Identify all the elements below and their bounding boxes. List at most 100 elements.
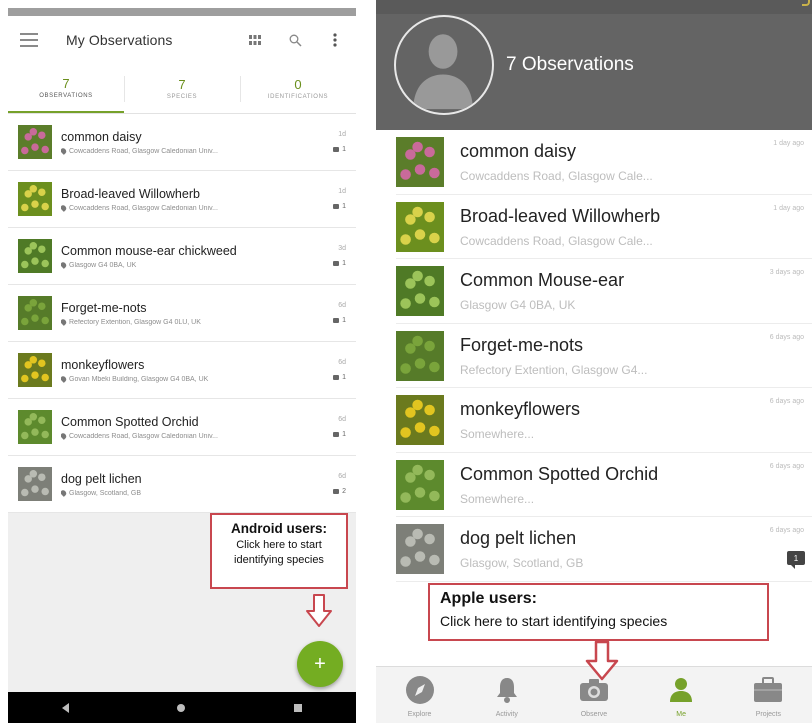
- observation-body: monkeyflowers Govan Mbeki Building, Glas…: [61, 358, 320, 383]
- observation-body: common daisy Cowcaddens Road, Glasgow Ca…: [61, 130, 320, 155]
- list-item[interactable]: monkeyflowers Somewhere... 6 days ago: [376, 388, 812, 453]
- observation-time: 1d: [338, 131, 346, 138]
- observation-name: Common mouse-ear chickweed: [61, 243, 237, 258]
- comment-count-text: 1: [342, 203, 346, 210]
- comment-count: 1: [320, 317, 346, 324]
- observation-name: monkeyflowers: [61, 357, 145, 372]
- observation-name: common daisy: [460, 141, 577, 162]
- list-item[interactable]: Common mouse-ear chickweed Glasgow G4 0B…: [8, 228, 356, 285]
- observation-body: Forget-me-nots Refectory Extention, Glas…: [61, 301, 320, 326]
- back-icon[interactable]: [62, 702, 70, 713]
- location-text: Glasgow, Scotland, GB: [69, 489, 141, 497]
- observation-time: 1d: [338, 188, 346, 195]
- android-status-bar: [8, 8, 356, 16]
- comment-icon: [333, 489, 340, 494]
- list-item[interactable]: Broad-leaved Willowherb Cowcaddens Road,…: [376, 195, 812, 260]
- list-item[interactable]: Forget-me-nots Refectory Extention, Glas…: [376, 324, 812, 389]
- callout-text: Click here to start identifying species: [234, 539, 324, 566]
- comment-icon: [333, 147, 340, 152]
- observation-photo: [396, 459, 444, 510]
- observation-time: 6 days ago: [769, 333, 804, 341]
- grid-view-icon[interactable]: [242, 27, 268, 53]
- list-item[interactable]: Forget-me-nots Refectory Extention, Glas…: [8, 285, 356, 342]
- location-pin-icon: [61, 489, 68, 497]
- observation-name: common daisy: [61, 129, 142, 144]
- observation-photo: [18, 296, 52, 330]
- observation-meta: 6d 2: [320, 473, 346, 495]
- observation-photo: [396, 201, 444, 252]
- observation-body: monkeyflowers Somewhere...: [460, 399, 812, 441]
- location-pin-icon: [61, 147, 68, 155]
- observation-name: Forget-me-nots: [460, 334, 584, 355]
- list-item[interactable]: monkeyflowers Govan Mbeki Building, Glas…: [8, 342, 356, 399]
- profile-header: 7 Observations: [376, 0, 812, 130]
- tab-species[interactable]: 7 SPECIES: [124, 64, 240, 113]
- observation-photo: [396, 266, 444, 317]
- menu-icon[interactable]: [20, 33, 38, 47]
- observation-meta: 1d 1: [320, 131, 346, 153]
- location-pin-icon: [61, 318, 68, 326]
- location-text: Glasgow G4 0BA, UK: [69, 261, 137, 269]
- list-item[interactable]: common daisy Cowcaddens Road, Glasgow Ca…: [376, 130, 812, 195]
- list-item[interactable]: Common Spotted Orchid Cowcaddens Road, G…: [8, 399, 356, 456]
- recent-apps-icon[interactable]: [293, 703, 302, 712]
- observation-body: dog pelt lichen Glasgow, Scotland, GB: [61, 472, 320, 497]
- location-text: Cowcaddens Road, Glasgow Caledonian Univ…: [69, 432, 218, 440]
- observation-list: common daisy Cowcaddens Road, Glasgow Ca…: [8, 114, 356, 513]
- list-item[interactable]: dog pelt lichen Glasgow, Scotland, GB 6d…: [8, 456, 356, 513]
- observation-location: Refectory Extention, Glasgow G4 0LU, UK: [61, 318, 320, 326]
- tab-count: 0: [294, 77, 302, 92]
- observation-name: dog pelt lichen: [460, 528, 577, 549]
- observation-body: common daisy Cowcaddens Road, Glasgow Ca…: [460, 141, 812, 183]
- location-pin-icon: [61, 261, 68, 269]
- observation-name: Common Spotted Orchid: [460, 463, 659, 484]
- tab-observe[interactable]: Observe: [559, 675, 629, 718]
- android-screen: My Observations 7 OBSERVATIONS 7 SPECIES…: [8, 8, 356, 723]
- location-text: Refectory Extention, Glasgow G4 0LU, UK: [69, 318, 201, 326]
- tab-identifications[interactable]: 0 IDENTIFICATIONS: [240, 64, 356, 113]
- comment-count-text: 1: [342, 431, 346, 438]
- observation-meta: 6d 1: [320, 359, 346, 381]
- tab-observations[interactable]: 7 OBSERVATIONS: [8, 64, 124, 113]
- tab-projects[interactable]: Projects: [733, 675, 803, 718]
- tab-activity[interactable]: Activity: [472, 675, 542, 718]
- observation-meta: 6d 1: [320, 302, 346, 324]
- observation-body: Common Spotted Orchid Cowcaddens Road, G…: [61, 415, 320, 440]
- comment-count-text: 1: [342, 260, 346, 267]
- tab-me[interactable]: Me: [646, 675, 716, 718]
- search-icon[interactable]: [282, 27, 308, 53]
- list-item[interactable]: Broad-leaved Willowherb Cowcaddens Road,…: [8, 171, 356, 228]
- observation-location: Govan Mbeki Building, Glasgow G4 0BA, UK: [61, 375, 320, 383]
- observation-time: 6d: [338, 416, 346, 423]
- observation-photo: [18, 125, 52, 159]
- list-item[interactable]: Common Mouse-ear Glasgow G4 0BA, UK 3 da…: [376, 259, 812, 324]
- observation-body: Broad-leaved Willowherb Cowcaddens Road,…: [61, 187, 320, 212]
- callout-text: Click here to start identifying species: [440, 613, 668, 629]
- observation-photo: [396, 395, 444, 446]
- person-avatar-icon[interactable]: [394, 15, 494, 115]
- observation-name: Broad-leaved Willowherb: [61, 186, 200, 201]
- list-item[interactable]: Common Spotted Orchid Somewhere... 6 day…: [376, 453, 812, 518]
- observation-body: Forget-me-nots Refectory Extention, Glas…: [460, 335, 812, 377]
- observation-body: Broad-leaved Willowherb Cowcaddens Road,…: [460, 206, 812, 248]
- tab-explore[interactable]: Explore: [385, 675, 455, 718]
- observation-location: Somewhere...: [460, 427, 535, 442]
- list-item[interactable]: dog pelt lichen Glasgow, Scotland, GB 6 …: [376, 517, 812, 582]
- comment-count: 2: [320, 488, 346, 495]
- android-app-bar: My Observations: [8, 16, 356, 64]
- observation-meta: 6d 1: [320, 416, 346, 438]
- more-vert-icon[interactable]: [322, 27, 348, 53]
- comment-count: 1: [320, 203, 346, 210]
- observation-location: Cowcaddens Road, Glasgow Cale...: [460, 233, 653, 248]
- list-item[interactable]: common daisy Cowcaddens Road, Glasgow Ca…: [8, 114, 356, 171]
- comment-count-text: 1: [342, 374, 346, 381]
- home-icon[interactable]: [177, 703, 186, 712]
- comment-count: 1: [320, 146, 346, 153]
- person-icon: [666, 675, 696, 705]
- comment-count-text: 2: [342, 488, 346, 495]
- observation-body: Common Mouse-ear Glasgow G4 0BA, UK: [460, 270, 812, 312]
- location-pin-icon: [61, 432, 68, 440]
- observation-time: 3 days ago: [769, 269, 804, 276]
- add-observation-button[interactable]: +: [297, 641, 343, 687]
- observation-location: Glasgow G4 0BA, UK: [61, 261, 320, 269]
